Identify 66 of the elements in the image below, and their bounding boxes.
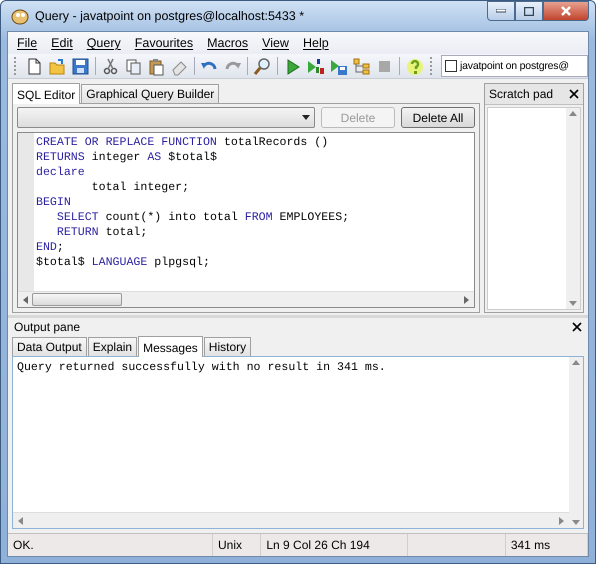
maximize-icon [524, 6, 534, 16]
editor-tab[interactable]: Graphical Query Builder [81, 84, 220, 103]
panel-title: Scratch pad [489, 87, 554, 101]
copy-icon[interactable] [124, 56, 143, 76]
down-arrow-icon[interactable] [572, 518, 580, 526]
status-text: OK. [13, 538, 34, 552]
menu-item[interactable]: Help [296, 34, 336, 52]
horizontal-scrollbar[interactable] [18, 291, 474, 307]
code-line: END; [36, 240, 65, 255]
message-text: Query returned successfully with no result in 341 ms. [17, 361, 386, 374]
code-line: SELECT count(*) into total FROM EMPLOYEES; [56, 210, 350, 225]
close-icon[interactable] [572, 322, 582, 332]
output-tab[interactable]: Messages [138, 336, 203, 357]
sql-editor[interactable]: CREATE OR REPLACE FUNCTION totalRecords () RETURNS integer AS $total$ declare total integer; BEGIN SELECT count(*) into total FROM EMPLOYEES; RETURN total; END; $total$ LANGUAGE plpgsql; [17, 132, 475, 308]
down-arrow-icon[interactable] [569, 299, 577, 307]
code-line: total integer; [90, 180, 190, 195]
menu-item[interactable]: Edit [44, 34, 80, 52]
left-arrow-icon[interactable] [17, 516, 25, 524]
output-tab[interactable]: History [204, 337, 252, 356]
code-line: BEGIN [36, 195, 72, 210]
menu-item[interactable]: File [10, 34, 44, 52]
up-arrow-icon[interactable] [572, 359, 580, 367]
folder-icon[interactable] [48, 56, 67, 76]
close-icon [561, 6, 571, 16]
status-text: Unix [218, 538, 242, 552]
editor-tab[interactable]: SQL Editor [12, 83, 80, 104]
close-icon[interactable] [569, 89, 579, 99]
scissors-icon[interactable] [101, 56, 120, 76]
connection-dropdown[interactable]: javatpoint on postgres@ [441, 55, 588, 77]
output-tab[interactable]: Data Output [12, 337, 87, 356]
status-text: Ln 9 Col 26 Ch 194 [266, 538, 370, 552]
code-line: CREATE OR REPLACE FUNCTION totalRecords () [36, 135, 330, 150]
left-arrow-icon[interactable] [22, 296, 30, 304]
play-pgs-icon[interactable] [306, 56, 325, 76]
help-icon[interactable] [405, 56, 424, 76]
menu-item[interactable]: Query [80, 34, 128, 52]
code-line: $total$ LANGUAGE plpgsql; [36, 255, 211, 270]
menu-item[interactable]: Favourites [128, 34, 200, 52]
status-text: 341 ms [510, 538, 550, 552]
checkbox[interactable] [445, 60, 457, 72]
paste-icon[interactable] [147, 56, 166, 76]
output-tab[interactable]: Explain [88, 337, 138, 356]
minimize-button[interactable] [487, 1, 515, 21]
panel-title: Output pane [14, 320, 80, 334]
delete-button[interactable]: Delete All [401, 107, 475, 128]
right-arrow-icon[interactable] [557, 516, 565, 524]
vertical-scrollbar[interactable] [566, 108, 580, 309]
minimize-icon [496, 9, 506, 13]
window-title: Query - javatpoint on postgres@localhost:5433 * [35, 9, 304, 23]
connection-label: javatpoint on postgres@ [460, 60, 569, 72]
history-combo[interactable] [17, 107, 315, 128]
code-line: declare [36, 165, 86, 180]
menu-item[interactable]: Macros [200, 34, 256, 52]
code-line: RETURNS integer AS $total$ [36, 150, 218, 165]
search-icon[interactable] [253, 56, 272, 76]
maximize-button[interactable] [515, 1, 543, 21]
close-button[interactable] [543, 1, 589, 21]
tree-icon[interactable] [352, 56, 371, 76]
right-arrow-icon[interactable] [462, 296, 470, 304]
up-arrow-icon[interactable] [569, 110, 577, 118]
menu-item[interactable]: View [255, 34, 296, 52]
dropdown-arrow-icon [302, 115, 310, 120]
horizontal-scrollbar[interactable] [13, 512, 569, 528]
vertical-scrollbar[interactable] [569, 357, 583, 528]
save-icon[interactable] [71, 56, 90, 76]
code-line: RETURN total; [56, 225, 148, 240]
